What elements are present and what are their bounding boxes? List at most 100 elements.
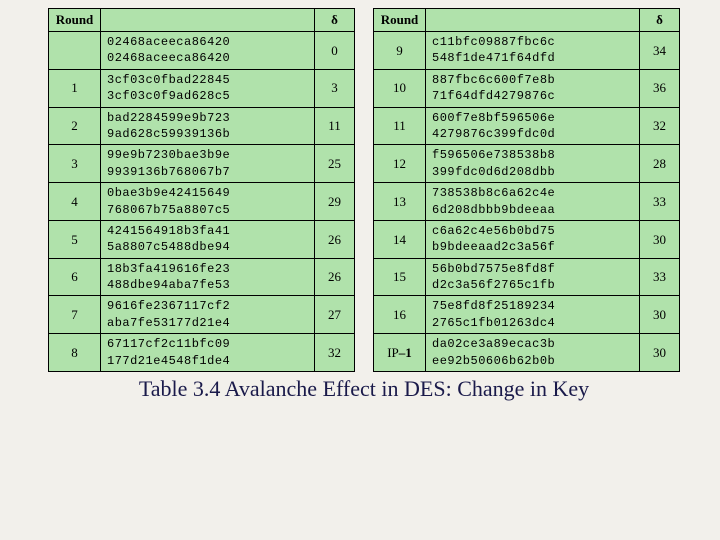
table-row: IP–1da02ce3a89ecac3bee92b50606b62b0b30 — [374, 334, 680, 372]
data-line2: 5a8807c5488dbe94 — [107, 239, 308, 255]
data-line1: 67117cf2c11bfc09 — [107, 336, 308, 352]
data-line2: 02468aceeca86420 — [107, 50, 308, 66]
round-cell: 13 — [374, 183, 426, 221]
data-line1: c11bfc09887fbc6c — [432, 34, 633, 50]
data-cell: da02ce3a89ecac3bee92b50606b62b0b — [426, 334, 640, 372]
data-cell: 887fbc6c600f7e8b71f64dfd4279876c — [426, 69, 640, 107]
data-line2: aba7fe53177d21e4 — [107, 315, 308, 331]
round-cell: 14 — [374, 220, 426, 258]
table-row: 79616fe2367117cf2aba7fe53177d21e427 — [49, 296, 355, 334]
round-cell: 5 — [49, 220, 101, 258]
col-header-data-blank — [426, 9, 640, 32]
col-header-delta: δ — [315, 9, 355, 32]
col-header-round: Round — [49, 9, 101, 32]
data-line1: 0bae3b9e42415649 — [107, 185, 308, 201]
round-cell: 1 — [49, 69, 101, 107]
table-row: 1556b0bd7575e8fd8fd2c3a56f2765c1fb33 — [374, 258, 680, 296]
delta-cell: 30 — [640, 334, 680, 372]
data-cell: 99e9b7230bae3b9e9939136b768067b7 — [101, 145, 315, 183]
data-line1: 18b3fa419616fe23 — [107, 261, 308, 277]
round-cell: 3 — [49, 145, 101, 183]
delta-cell: 28 — [640, 145, 680, 183]
data-line2: d2c3a56f2765c1fb — [432, 277, 633, 293]
round-cell: 11 — [374, 107, 426, 145]
data-cell: 02468aceeca8642002468aceeca86420 — [101, 32, 315, 70]
data-cell: 67117cf2c11bfc09177d21e4548f1de4 — [101, 334, 315, 372]
data-line2: ee92b50606b62b0b — [432, 353, 633, 369]
avalanche-table-left: Round δ 02468aceeca8642002468aceeca86420… — [48, 8, 355, 372]
col-header-round: Round — [374, 9, 426, 32]
data-cell: 738538b8c6a62c4e6d208dbbb9bdeeaa — [426, 183, 640, 221]
data-cell: bad2284599e9b7239ad628c59939136b — [101, 107, 315, 145]
col-header-delta: δ — [640, 9, 680, 32]
round-cell: 16 — [374, 296, 426, 334]
round-cell: 7 — [49, 296, 101, 334]
table-row: 54241564918b3fa415a8807c5488dbe9426 — [49, 220, 355, 258]
col-header-data-blank — [101, 9, 315, 32]
round-cell: 12 — [374, 145, 426, 183]
table-row: 12f596506e738538b8399fdc0d6d208dbb28 — [374, 145, 680, 183]
delta-cell: 27 — [315, 296, 355, 334]
data-line2: 3cf03c0f9ad628c5 — [107, 88, 308, 104]
data-line2: b9bdeeaad2c3a56f — [432, 239, 633, 255]
delta-cell: 29 — [315, 183, 355, 221]
delta-cell: 26 — [315, 220, 355, 258]
data-line1: 9616fe2367117cf2 — [107, 298, 308, 314]
data-line1: 56b0bd7575e8fd8f — [432, 261, 633, 277]
data-cell: 0bae3b9e42415649768067b75a8807c5 — [101, 183, 315, 221]
table-row: 1675e8fd8f251892342765c1fb01263dc430 — [374, 296, 680, 334]
round-cell: IP–1 — [374, 334, 426, 372]
delta-cell: 33 — [640, 258, 680, 296]
data-cell: 9616fe2367117cf2aba7fe53177d21e4 — [101, 296, 315, 334]
data-line2: 177d21e4548f1de4 — [107, 353, 308, 369]
table-caption: Table 3.4 Avalanche Effect in DES: Chang… — [48, 376, 680, 402]
delta-cell: 32 — [315, 334, 355, 372]
avalanche-table-right: Round δ 9c11bfc09887fbc6c548f1de471f64df… — [373, 8, 680, 372]
delta-cell: 11 — [315, 107, 355, 145]
data-line1: 887fbc6c600f7e8b — [432, 72, 633, 88]
data-line2: 399fdc0d6d208dbb — [432, 164, 633, 180]
data-cell: c6a62c4e56b0bd75b9bdeeaad2c3a56f — [426, 220, 640, 258]
data-line2: 488dbe94aba7fe53 — [107, 277, 308, 293]
data-line1: 02468aceeca86420 — [107, 34, 308, 50]
data-line1: da02ce3a89ecac3b — [432, 336, 633, 352]
table-row: 867117cf2c11bfc09177d21e4548f1de432 — [49, 334, 355, 372]
data-cell: 3cf03c0fbad228453cf03c0f9ad628c5 — [101, 69, 315, 107]
data-line1: 4241564918b3fa41 — [107, 223, 308, 239]
data-line1: 600f7e8bf596506e — [432, 110, 633, 126]
data-cell: 4241564918b3fa415a8807c5488dbe94 — [101, 220, 315, 258]
data-line2: 9939136b768067b7 — [107, 164, 308, 180]
table-row: 9c11bfc09887fbc6c548f1de471f64dfd34 — [374, 32, 680, 70]
round-cell: 6 — [49, 258, 101, 296]
round-cell: 8 — [49, 334, 101, 372]
data-line1: 3cf03c0fbad22845 — [107, 72, 308, 88]
data-cell: c11bfc09887fbc6c548f1de471f64dfd — [426, 32, 640, 70]
data-line1: bad2284599e9b723 — [107, 110, 308, 126]
round-cell: 10 — [374, 69, 426, 107]
data-cell: 18b3fa419616fe23488dbe94aba7fe53 — [101, 258, 315, 296]
data-line2: 4279876c399fdc0d — [432, 126, 633, 142]
delta-cell: 36 — [640, 69, 680, 107]
table-row: 13738538b8c6a62c4e6d208dbbb9bdeeaa33 — [374, 183, 680, 221]
round-cell — [49, 32, 101, 70]
table-row: 11600f7e8bf596506e4279876c399fdc0d32 — [374, 107, 680, 145]
table-row: 02468aceeca8642002468aceeca864200 — [49, 32, 355, 70]
data-line1: c6a62c4e56b0bd75 — [432, 223, 633, 239]
data-line2: 71f64dfd4279876c — [432, 88, 633, 104]
round-cell: 2 — [49, 107, 101, 145]
data-cell: 75e8fd8f251892342765c1fb01263dc4 — [426, 296, 640, 334]
data-line2: 768067b75a8807c5 — [107, 202, 308, 218]
round-cell: 15 — [374, 258, 426, 296]
table-row: 10887fbc6c600f7e8b71f64dfd4279876c36 — [374, 69, 680, 107]
delta-cell: 3 — [315, 69, 355, 107]
data-line2: 6d208dbbb9bdeeaa — [432, 202, 633, 218]
table-row: 399e9b7230bae3b9e9939136b768067b725 — [49, 145, 355, 183]
data-line2: 9ad628c59939136b — [107, 126, 308, 142]
data-line1: 75e8fd8f25189234 — [432, 298, 633, 314]
table-row: 618b3fa419616fe23488dbe94aba7fe5326 — [49, 258, 355, 296]
data-cell: 56b0bd7575e8fd8fd2c3a56f2765c1fb — [426, 258, 640, 296]
data-cell: f596506e738538b8399fdc0d6d208dbb — [426, 145, 640, 183]
table-row: 14c6a62c4e56b0bd75b9bdeeaad2c3a56f30 — [374, 220, 680, 258]
data-line1: f596506e738538b8 — [432, 147, 633, 163]
delta-cell: 25 — [315, 145, 355, 183]
